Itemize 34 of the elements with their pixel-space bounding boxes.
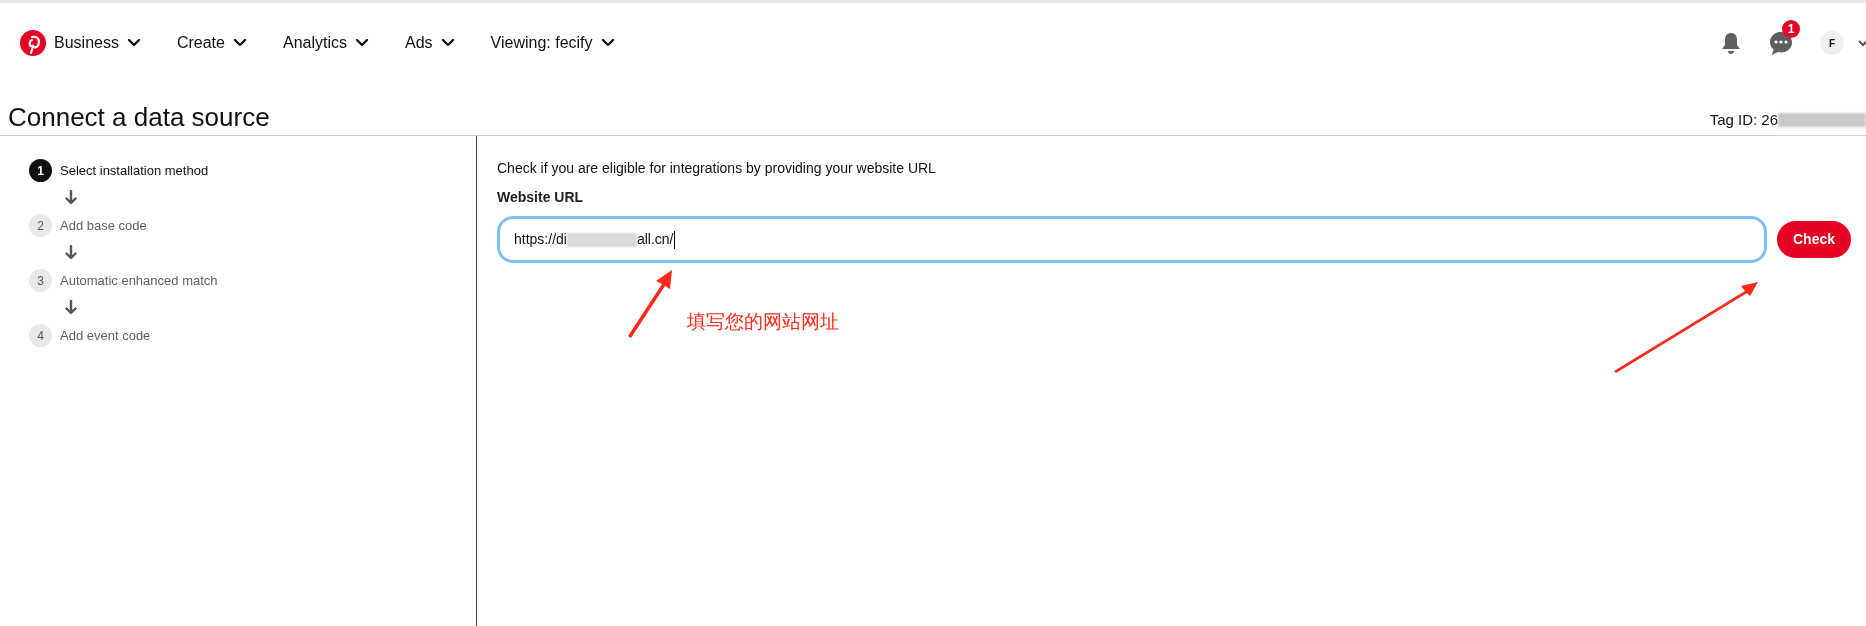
nav-menu-button[interactable]: Create <box>176 31 247 55</box>
nav-menu-button[interactable]: Ads <box>405 31 455 55</box>
step-label: Select installation method <box>60 161 209 180</box>
chevron-down-icon <box>440 38 455 48</box>
nav-menu-button[interactable]: Viewing: fecify <box>490 31 615 55</box>
nav-menu-button[interactable]: Business <box>54 31 141 55</box>
avatar[interactable]: F <box>1820 31 1844 55</box>
chevron-down-icon <box>355 38 369 48</box>
url-input-field[interactable]: https://di all.cn/ <box>497 216 1767 263</box>
down-arrow-icon <box>65 245 77 261</box>
annotation-text: 填写您的网站网址 <box>687 310 839 332</box>
nav-menu-button[interactable]: Analytics <box>282 31 369 55</box>
step-label: Automatic enhanced match <box>60 271 218 290</box>
bell-icon[interactable] <box>1720 31 1742 55</box>
step-number: 1 <box>29 159 52 182</box>
step-number: 2 <box>29 214 52 237</box>
step-label: Add event code <box>60 326 151 345</box>
logo-icon[interactable] <box>20 30 46 56</box>
page-title: Connect a data source <box>8 101 270 133</box>
tag-id-text: Tag ID: 26 <box>1709 109 1778 130</box>
field-label: Website URL <box>497 188 585 207</box>
step-number: 3 <box>29 269 52 292</box>
notification-badge: 1 <box>1782 20 1800 38</box>
down-arrow-icon <box>65 300 77 316</box>
check-button[interactable]: Check <box>1777 221 1852 258</box>
down-arrow-icon <box>65 190 77 206</box>
step-number: 4 <box>29 324 52 347</box>
chevron-down-icon[interactable] <box>1858 38 1866 48</box>
step-label: Add base code <box>60 216 147 235</box>
chevron-down-icon <box>600 38 615 48</box>
annotation-arrow <box>628 270 672 338</box>
chevron-down-icon <box>232 38 247 48</box>
prompt-text: Check if you are eligible for integrations by providing your website URL <box>497 159 937 178</box>
chevron-down-icon <box>126 38 141 48</box>
